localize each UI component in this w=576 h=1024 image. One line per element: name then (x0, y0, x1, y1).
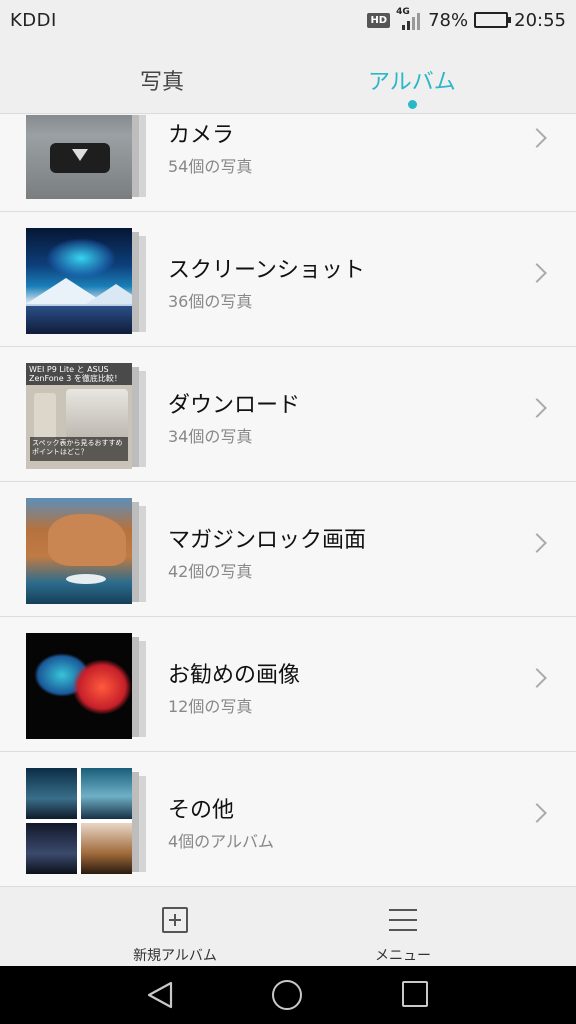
tab-photos[interactable]: 写真 (140, 64, 184, 96)
album-title: マガジンロック画面 (168, 528, 367, 553)
chevron-right-icon (527, 398, 547, 418)
album-thumbnail: WEI P9 Lite と ASUS ZenFone 3 を徹底比較！ スペック… (26, 363, 146, 469)
album-thumbnail (26, 768, 146, 874)
recommended-thumbnail-image (26, 633, 132, 739)
chevron-right-icon (527, 668, 547, 688)
album-list[interactable]: カメラ 54個の写真 スクリーンショット 36個の写真 WEI P9 Lite … (0, 115, 576, 886)
menu-button[interactable]: メニュー (303, 887, 503, 967)
new-album-button[interactable]: 新規アルバム (75, 887, 275, 967)
status-indicators: HD 4G 78% 20:55 (367, 7, 566, 31)
album-thumbnail (26, 498, 146, 604)
thumbnail-caption-text: スペック表から見るおすすめポイントはどこ？ (30, 437, 128, 461)
recent-apps-icon[interactable] (402, 981, 428, 1007)
clock: 20:55 (514, 9, 566, 31)
other-albums-thumbnail-grid (26, 768, 132, 874)
camera-thumbnail-image (26, 115, 132, 199)
battery-percent: 78% (428, 9, 469, 31)
album-count: 54個の写真 (168, 157, 253, 176)
album-count: 12個の写真 (168, 697, 253, 716)
tab-albums[interactable]: アルバム (368, 64, 456, 96)
battery-icon (474, 12, 512, 28)
chevron-right-icon (527, 263, 547, 283)
home-icon[interactable] (272, 980, 302, 1010)
album-title: その他 (168, 798, 235, 823)
download-thumbnail-image: WEI P9 Lite と ASUS ZenFone 3 を徹底比較！ スペック… (26, 363, 132, 469)
menu-label: メニュー (375, 948, 431, 964)
album-title: お勧めの画像 (168, 663, 301, 688)
bottom-toolbar: 新規アルバム メニュー (0, 886, 576, 966)
magazine-thumbnail-image (26, 498, 132, 604)
gallery-app: KDDI HD 4G 78% 20:55 写真 アルバム カメラ 54個の写真 … (0, 0, 576, 1024)
thumbnail-banner-text: WEI P9 Lite と ASUS ZenFone 3 を徹底比較！ (26, 363, 132, 385)
signal-icon: 4G (396, 7, 422, 31)
status-bar: KDDI HD 4G 78% 20:55 (0, 0, 576, 40)
tab-bar: 写真 アルバム (0, 40, 576, 114)
album-title: カメラ (168, 123, 235, 148)
album-item-downloads[interactable]: WEI P9 Lite と ASUS ZenFone 3 を徹底比較！ スペック… (0, 347, 576, 482)
album-thumbnail (26, 633, 146, 739)
carrier-name: KDDI (10, 9, 57, 31)
system-nav-bar (0, 966, 576, 1024)
chevron-right-icon (527, 803, 547, 823)
hamburger-icon (389, 909, 417, 931)
album-item-camera[interactable]: カメラ 54個の写真 (0, 115, 576, 212)
active-tab-indicator (408, 100, 417, 109)
new-album-label: 新規アルバム (133, 948, 217, 964)
hd-voice-icon: HD (367, 12, 391, 28)
album-thumbnail (26, 115, 146, 199)
chevron-right-icon (527, 128, 547, 148)
album-title: ダウンロード (168, 393, 301, 418)
back-icon[interactable] (146, 980, 174, 1010)
album-item-magazine-lock[interactable]: マガジンロック画面 42個の写真 (0, 482, 576, 617)
album-count: 36個の写真 (168, 292, 253, 311)
album-count: 42個の写真 (168, 562, 253, 581)
album-item-recommended[interactable]: お勧めの画像 12個の写真 (0, 617, 576, 752)
album-item-other[interactable]: その他 4個のアルバム (0, 752, 576, 886)
album-count: 4個のアルバム (168, 832, 275, 851)
album-title: スクリーンショット (168, 258, 365, 283)
album-thumbnail (26, 228, 146, 334)
album-item-screenshots[interactable]: スクリーンショット 36個の写真 (0, 212, 576, 347)
chevron-right-icon (527, 533, 547, 553)
album-count: 34個の写真 (168, 427, 253, 446)
plus-square-icon (162, 907, 188, 933)
screenshot-thumbnail-image (26, 228, 132, 334)
